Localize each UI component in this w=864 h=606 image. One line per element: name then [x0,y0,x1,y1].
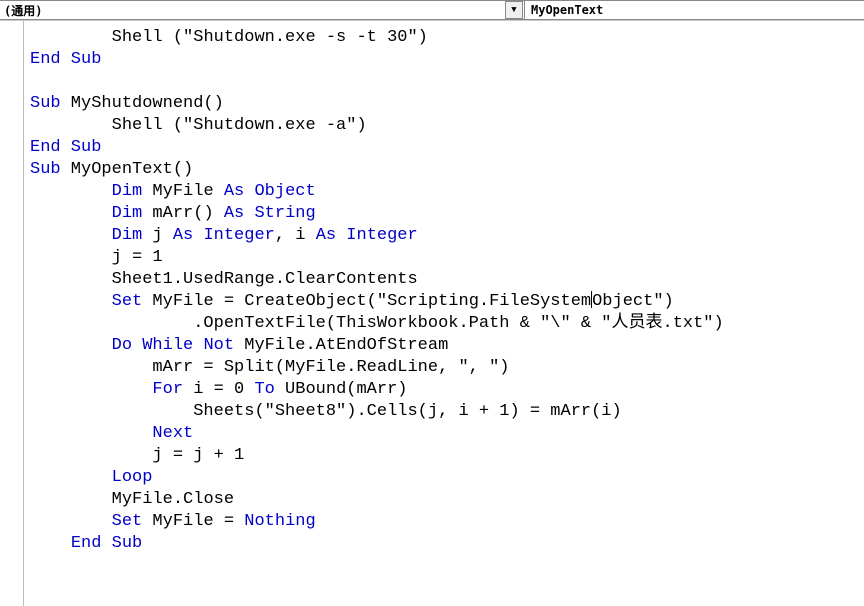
code-line: Sheets("Sheet8").Cells(j, i + 1) = mArr(… [30,401,864,423]
object-dropdown[interactable]: (通用) ▼ [0,1,525,19]
code-keyword: As String [224,204,316,223]
code-text: j [142,226,173,245]
code-keyword: As Integer [316,226,418,245]
code-line: MyFile.Close [30,489,864,511]
code-text: MyFile.AtEndOfStream [234,336,448,355]
code-text: .OpenTextFile(ThisWorkbook.Path & "\" & … [193,314,723,333]
code-keyword: Loop [112,468,153,487]
code-line: Sub MyShutdownend() [30,93,864,115]
code-line: Shell ("Shutdown.exe -a") [30,115,864,137]
code-keyword: Dim [112,182,143,201]
code-keyword: Dim [112,226,143,245]
text-cursor [591,291,592,308]
code-line: Dim mArr() As String [30,203,864,225]
editor-container: Shell ("Shutdown.exe -s -t 30") End Sub S… [0,20,864,606]
code-keyword: As Object [224,182,316,201]
code-text: Sheet1.UsedRange.ClearContents [112,270,418,289]
code-keyword: For [152,380,183,399]
code-keyword: Nothing [244,512,315,531]
code-line: End Sub [30,137,864,159]
code-keyword: Set [112,292,143,311]
code-keyword: Dim [112,204,143,223]
chevron-down-icon: ▼ [511,6,516,15]
code-text: j = 1 [112,248,163,267]
code-line: Set MyFile = CreateObject("Scripting.Fil… [30,291,864,313]
code-text: mArr = Split(MyFile.ReadLine, ", ") [152,358,509,377]
code-text: mArr() [142,204,224,223]
code-line: Shell ("Shutdown.exe -s -t 30") [30,27,864,49]
code-text: i = 0 [183,380,254,399]
code-keyword: End Sub [71,534,142,553]
code-keyword: End Sub [30,50,101,69]
code-line: Sheet1.UsedRange.ClearContents [30,269,864,291]
code-line: j = 1 [30,247,864,269]
code-line [30,71,864,93]
code-line: Sub MyOpenText() [30,159,864,181]
code-line: End Sub [30,533,864,555]
code-line: End Sub [30,49,864,71]
object-dropdown-arrow[interactable]: ▼ [505,1,523,19]
code-keyword: End Sub [30,138,101,157]
code-line: Next [30,423,864,445]
code-text: Object") [592,292,674,311]
code-text: MyFile [142,182,224,201]
code-text: MyFile.Close [112,490,234,509]
top-toolbar: (通用) ▼ MyOpenText [0,0,864,20]
code-keyword: As Integer [173,226,275,245]
code-editor[interactable]: Shell ("Shutdown.exe -s -t 30") End Sub S… [24,21,864,606]
code-text: Shell ("Shutdown.exe -a") [112,116,367,135]
code-line: j = j + 1 [30,445,864,467]
code-keyword: Do While Not [112,336,234,355]
code-line: Set MyFile = Nothing [30,511,864,533]
procedure-dropdown[interactable]: MyOpenText [525,1,864,19]
code-text: UBound(mArr) [275,380,408,399]
code-keyword: Sub [30,160,61,179]
code-text: MyOpenText() [61,160,194,179]
code-margin [0,21,24,606]
code-line: Loop [30,467,864,489]
code-line: mArr = Split(MyFile.ReadLine, ", ") [30,357,864,379]
object-dropdown-label: (通用) [0,2,505,19]
code-keyword: To [254,380,274,399]
code-text: , i [275,226,316,245]
code-line: Dim j As Integer, i As Integer [30,225,864,247]
code-keyword: Sub [30,94,61,113]
code-keyword: Set [112,512,143,531]
code-keyword: Next [152,424,193,443]
code-line: Do While Not MyFile.AtEndOfStream [30,335,864,357]
code-text: MyShutdownend() [61,94,224,113]
code-text: j = j + 1 [152,446,244,465]
code-line: For i = 0 To UBound(mArr) [30,379,864,401]
code-text: MyFile = CreateObject("Scripting.FileSys… [142,292,591,311]
procedure-dropdown-label: MyOpenText [531,3,603,17]
code-text: MyFile = [142,512,244,531]
code-text: Sheets("Sheet8").Cells(j, i + 1) = mArr(… [193,402,621,421]
code-line: .OpenTextFile(ThisWorkbook.Path & "\" & … [30,313,864,335]
code-text: Shell ("Shutdown.exe -s -t 30") [112,28,428,47]
code-line: Dim MyFile As Object [30,181,864,203]
